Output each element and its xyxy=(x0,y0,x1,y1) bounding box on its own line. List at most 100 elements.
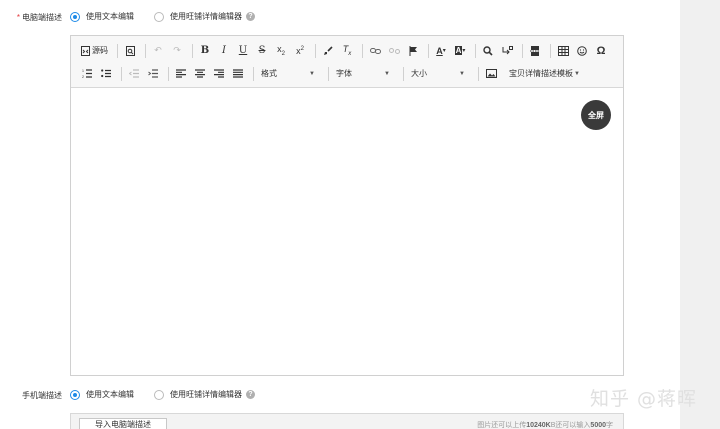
smiley-icon xyxy=(577,45,587,56)
link-icon xyxy=(369,47,381,54)
help-icon[interactable]: ? xyxy=(246,390,255,399)
unlink-icon xyxy=(388,47,400,54)
bullet-list-button[interactable] xyxy=(98,66,114,82)
radio-unselected-icon[interactable] xyxy=(154,389,164,400)
template-dropdown[interactable]: 宝贝详情描述模板 ▼ xyxy=(506,66,583,82)
import-desktop-desc-button[interactable]: 导入电脑端描述 xyxy=(79,418,167,429)
mobile-editor-options: 使用文本编辑 使用旺铺详情编辑器 ? xyxy=(70,389,255,400)
mobile-editor-bar: 导入电脑端描述 图片还可以上传10240KB还可以输入5000字 xyxy=(70,413,624,429)
radio-unselected-icon[interactable] xyxy=(154,11,164,22)
clear-format-icon: Tx xyxy=(342,44,352,57)
right-side-panel xyxy=(680,0,720,429)
mobile-desc-label: 手机端描述 xyxy=(22,391,62,400)
radio-selected-icon[interactable] xyxy=(70,11,80,22)
desktop-radio-wangpu-editor[interactable]: 使用旺铺详情编辑器 xyxy=(154,11,242,22)
anchor-button[interactable] xyxy=(405,43,421,59)
omega-icon: Ω xyxy=(596,44,606,57)
page-break-button[interactable] xyxy=(527,43,543,59)
toolbar-separator xyxy=(428,43,429,58)
toolbar-row-1: 源码 ↶ ↷ B I U S x2 x2 Tx A ▾ A ▾ Ω xyxy=(79,39,617,62)
align-right-button[interactable] xyxy=(211,66,227,82)
toolbar-separator xyxy=(253,66,254,81)
flag-icon xyxy=(409,45,417,56)
toolbar-separator xyxy=(168,66,169,81)
align-center-icon xyxy=(195,69,205,78)
text-color-button[interactable]: A ▾ xyxy=(433,43,449,59)
redo-icon: ↷ xyxy=(173,45,181,55)
search-icon xyxy=(483,45,493,56)
underline-icon: U xyxy=(238,45,248,56)
format-painter-button[interactable] xyxy=(320,43,336,59)
bold-button[interactable]: B xyxy=(197,43,213,59)
underline-button[interactable]: U xyxy=(235,43,251,59)
align-left-button[interactable] xyxy=(173,66,189,82)
replace-icon xyxy=(502,45,513,54)
outdent-icon xyxy=(129,69,139,78)
background-color-icon: A xyxy=(454,46,463,55)
watermark: 知乎 @蒋晖 xyxy=(590,388,698,410)
italic-button[interactable]: I xyxy=(216,43,232,59)
svg-text:1: 1 xyxy=(82,69,84,73)
toolbar-separator xyxy=(403,66,404,81)
format-dropdown[interactable]: 格式 ▼ xyxy=(258,66,318,82)
emoji-button[interactable] xyxy=(574,43,590,59)
mobile-radio-text-editor[interactable]: 使用文本编辑 xyxy=(70,389,134,400)
toolbar-separator xyxy=(192,43,193,58)
fullscreen-button[interactable]: 全屏 xyxy=(581,100,611,130)
outdent-button[interactable] xyxy=(126,66,142,82)
page-break-icon xyxy=(530,45,540,56)
undo-button[interactable]: ↶ xyxy=(150,43,166,59)
superscript-button[interactable]: x2 xyxy=(292,43,308,59)
preview-icon xyxy=(125,45,135,56)
desktop-radio-text-editor[interactable]: 使用文本编辑 xyxy=(70,11,134,22)
undo-icon: ↶ xyxy=(154,45,162,55)
italic-icon: I xyxy=(222,45,226,56)
rich-text-editor: 源码 ↶ ↷ B I U S x2 x2 Tx A ▾ A ▾ Ω 1 2 格式… xyxy=(70,35,624,376)
brush-icon xyxy=(324,45,333,55)
upload-limit-hint: 图片还可以上传10240KB还可以输入5000字 xyxy=(477,422,613,429)
size-dropdown[interactable]: 大小 ▼ xyxy=(408,66,468,82)
find-button[interactable] xyxy=(480,43,496,59)
indent-button[interactable] xyxy=(145,66,161,82)
superscript-icon: x2 xyxy=(296,45,304,56)
toolbar-separator xyxy=(315,43,316,58)
clear-format-button[interactable]: Tx xyxy=(339,43,355,59)
toolbar-separator xyxy=(117,43,118,58)
insert-image-button[interactable] xyxy=(483,66,499,82)
align-center-button[interactable] xyxy=(192,66,208,82)
desktop-desc-label: * 电脑端描述 xyxy=(16,13,62,22)
toolbar-separator xyxy=(362,43,363,58)
subscript-icon: x2 xyxy=(277,44,285,57)
font-dropdown[interactable]: 字体 ▼ xyxy=(333,66,393,82)
toolbar-separator xyxy=(522,43,523,58)
unlink-button[interactable] xyxy=(386,43,402,59)
preview-button[interactable] xyxy=(122,43,138,59)
table-button[interactable] xyxy=(555,43,571,59)
required-mark: * xyxy=(16,13,20,22)
redo-button[interactable]: ↷ xyxy=(169,43,185,59)
numbered-list-button[interactable]: 12 xyxy=(79,66,95,82)
toolbar-separator xyxy=(475,43,476,58)
radio-selected-icon[interactable] xyxy=(70,389,80,400)
bold-icon: B xyxy=(200,45,210,56)
help-icon[interactable]: ? xyxy=(246,12,255,21)
source-code-button[interactable]: 源码 xyxy=(79,43,110,59)
subscript-button[interactable]: x2 xyxy=(273,43,289,59)
toolbar-separator xyxy=(478,66,479,81)
editor-content-area[interactable]: 全屏 xyxy=(71,88,623,375)
align-justify-button[interactable] xyxy=(230,66,246,82)
link-button[interactable] xyxy=(367,43,383,59)
replace-button[interactable] xyxy=(499,43,515,59)
toolbar-separator xyxy=(550,43,551,58)
image-icon xyxy=(485,69,497,78)
toolbar-separator xyxy=(328,66,329,81)
background-color-button[interactable]: A ▾ xyxy=(452,43,468,59)
strikethrough-button[interactable]: S xyxy=(254,43,270,59)
toolbar-separator xyxy=(121,66,122,81)
editor-toolbar: 源码 ↶ ↷ B I U S x2 x2 Tx A ▾ A ▾ Ω 1 2 格式… xyxy=(71,36,623,88)
chevron-down-icon: ▼ xyxy=(459,70,465,77)
mobile-radio-wangpu-editor[interactable]: 使用旺铺详情编辑器 xyxy=(154,389,242,400)
source-code-icon xyxy=(81,45,90,56)
desktop-editor-options: 使用文本编辑 使用旺铺详情编辑器 ? xyxy=(70,11,255,22)
special-char-button[interactable]: Ω xyxy=(593,43,609,59)
